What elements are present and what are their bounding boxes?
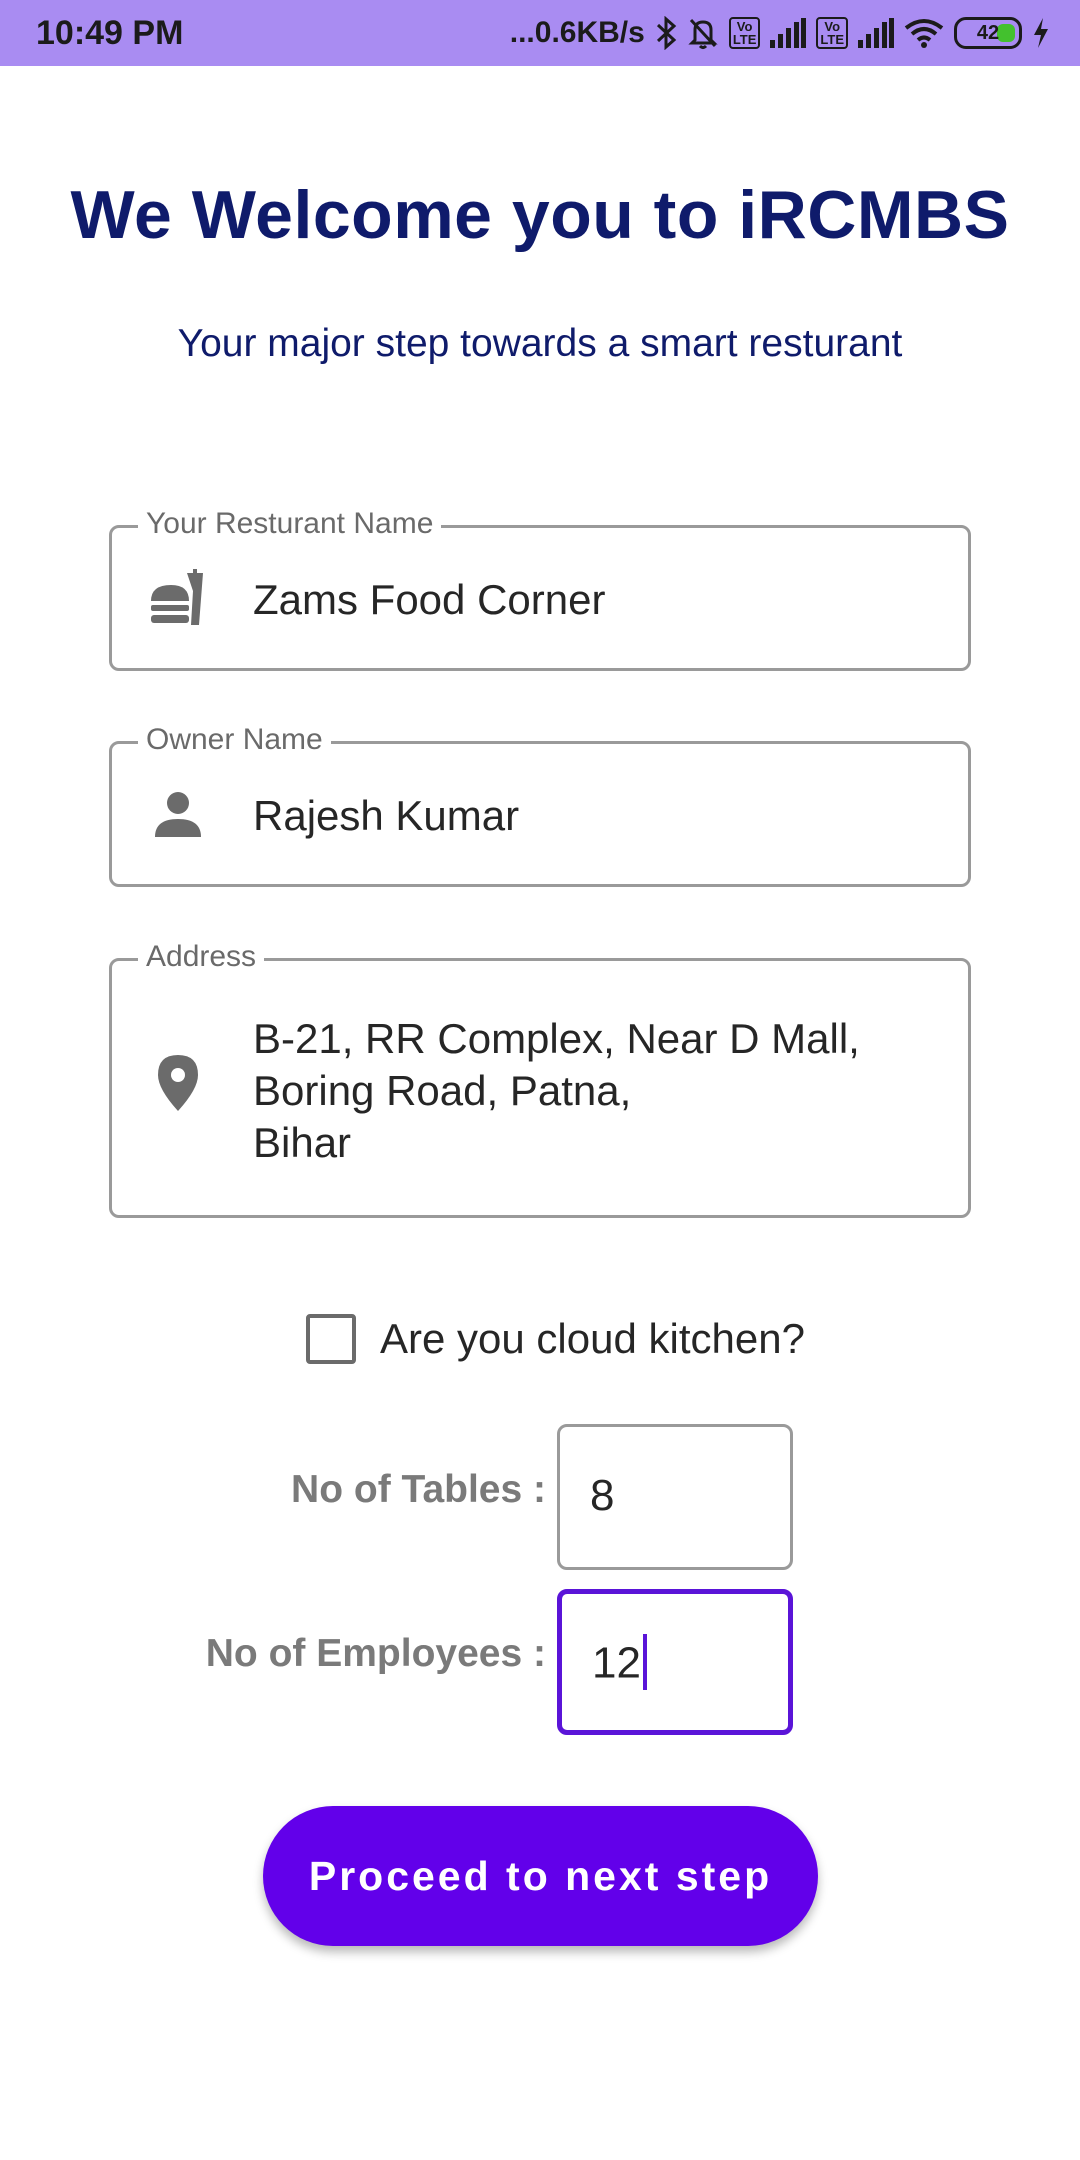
- employees-value-wrap: 12: [592, 1634, 647, 1694]
- tables-value: 8: [590, 1471, 615, 1520]
- restaurant-name-input[interactable]: Zams Food Corner: [253, 574, 938, 626]
- restaurant-name-label: Your Resturant Name: [138, 502, 442, 546]
- cloud-kitchen-row[interactable]: Are you cloud kitchen?: [306, 1314, 805, 1364]
- bluetooth-icon: [655, 16, 677, 50]
- employees-value: 12: [592, 1638, 641, 1688]
- restaurant-name-field[interactable]: Your Resturant Name Zams Food Corner: [109, 502, 971, 671]
- status-bar: 10:49 PM ...0.6KB/s Vo LTE Vo LTE 42: [0, 0, 1080, 66]
- text-cursor: [642, 1634, 647, 1690]
- person-icon: [144, 780, 212, 848]
- employees-input[interactable]: 12: [557, 1589, 793, 1735]
- address-field[interactable]: Address B-21, RR Complex, Near D Mall, B…: [109, 935, 971, 1218]
- mute-bell-icon: [687, 16, 719, 50]
- cloud-kitchen-label: Are you cloud kitchen?: [380, 1315, 805, 1362]
- volte-icon: Vo LTE: [728, 17, 761, 49]
- address-label: Address: [138, 935, 265, 979]
- owner-name-label: Owner Name: [138, 718, 331, 762]
- owner-name-input[interactable]: Rajesh Kumar: [253, 790, 938, 842]
- battery-icon: 42: [954, 17, 1022, 49]
- signal-icon: [858, 18, 894, 48]
- page-title: We Welcome you to iRCMBS: [70, 177, 1010, 253]
- proceed-button[interactable]: Proceed to next step: [263, 1806, 818, 1946]
- charging-icon: [1032, 18, 1050, 48]
- owner-name-field[interactable]: Owner Name Rajesh Kumar: [109, 718, 971, 887]
- volte-icon: Vo LTE: [816, 17, 848, 49]
- network-speed: ...0.6KB/s: [509, 16, 645, 49]
- battery-level: 42: [976, 21, 1000, 44]
- address-input[interactable]: B-21, RR Complex, Near D Mall, Boring Ro…: [253, 1013, 938, 1169]
- signal-icon: [770, 18, 807, 48]
- employees-label: No of Employees :: [205, 1632, 546, 1675]
- tables-input[interactable]: 8: [557, 1424, 793, 1570]
- status-time: 10:49 PM: [36, 13, 184, 52]
- wifi-icon: [904, 18, 944, 48]
- tables-label: No of Tables :: [291, 1468, 546, 1511]
- page-subtitle: Your major step towards a smart resturan…: [177, 322, 903, 365]
- cloud-kitchen-checkbox[interactable]: [306, 1314, 356, 1364]
- status-icons: ...0.6KB/s Vo LTE Vo LTE 42: [510, 16, 1050, 50]
- location-pin-icon: [144, 1049, 212, 1117]
- registration-screen: 10:49 PM ...0.6KB/s Vo LTE Vo LTE 42 We …: [0, 0, 1080, 2160]
- fastfood-icon: [144, 564, 212, 632]
